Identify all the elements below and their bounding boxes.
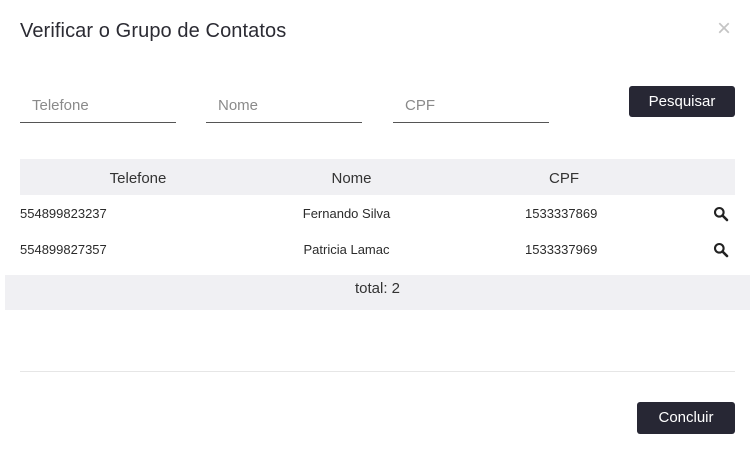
- table-header: Telefone Nome CPF: [20, 159, 735, 195]
- telefone-field: [20, 88, 176, 123]
- cell-nome: Patricia Lamac: [303, 242, 390, 257]
- cell-telefone: 554899823237: [20, 206, 107, 221]
- cell-telefone: 554899827357: [20, 242, 107, 257]
- column-header-nome: Nome: [331, 170, 372, 187]
- contact-group-modal: Verificar o Grupo de Contatos × Pesquisa…: [0, 0, 751, 450]
- nome-input[interactable]: [206, 88, 362, 120]
- cell-cpf: 1533337869: [525, 206, 598, 221]
- close-icon[interactable]: ×: [714, 17, 734, 41]
- cell-nome: Fernando Silva: [302, 206, 391, 221]
- search-button[interactable]: Pesquisar: [629, 86, 735, 117]
- cell-cpf: 1533337969: [525, 242, 598, 257]
- cpf-field: [393, 88, 549, 123]
- divider: [20, 371, 735, 372]
- done-button[interactable]: Concluir: [637, 402, 735, 434]
- column-header-telefone: Telefone: [109, 170, 167, 187]
- column-header-cpf: CPF: [549, 170, 579, 187]
- nome-field: [206, 88, 362, 123]
- search-icon[interactable]: [713, 206, 729, 222]
- search-icon[interactable]: [713, 242, 729, 258]
- table-total: total: 2: [5, 275, 750, 310]
- table-row: 554899823237 Fernando Silva 1533337869: [20, 195, 735, 231]
- telefone-input[interactable]: [20, 88, 176, 120]
- table-row: 554899827357 Patricia Lamac 1533337969: [20, 231, 735, 267]
- cpf-input[interactable]: [393, 88, 549, 120]
- modal-title: Verificar o Grupo de Contatos: [20, 20, 287, 42]
